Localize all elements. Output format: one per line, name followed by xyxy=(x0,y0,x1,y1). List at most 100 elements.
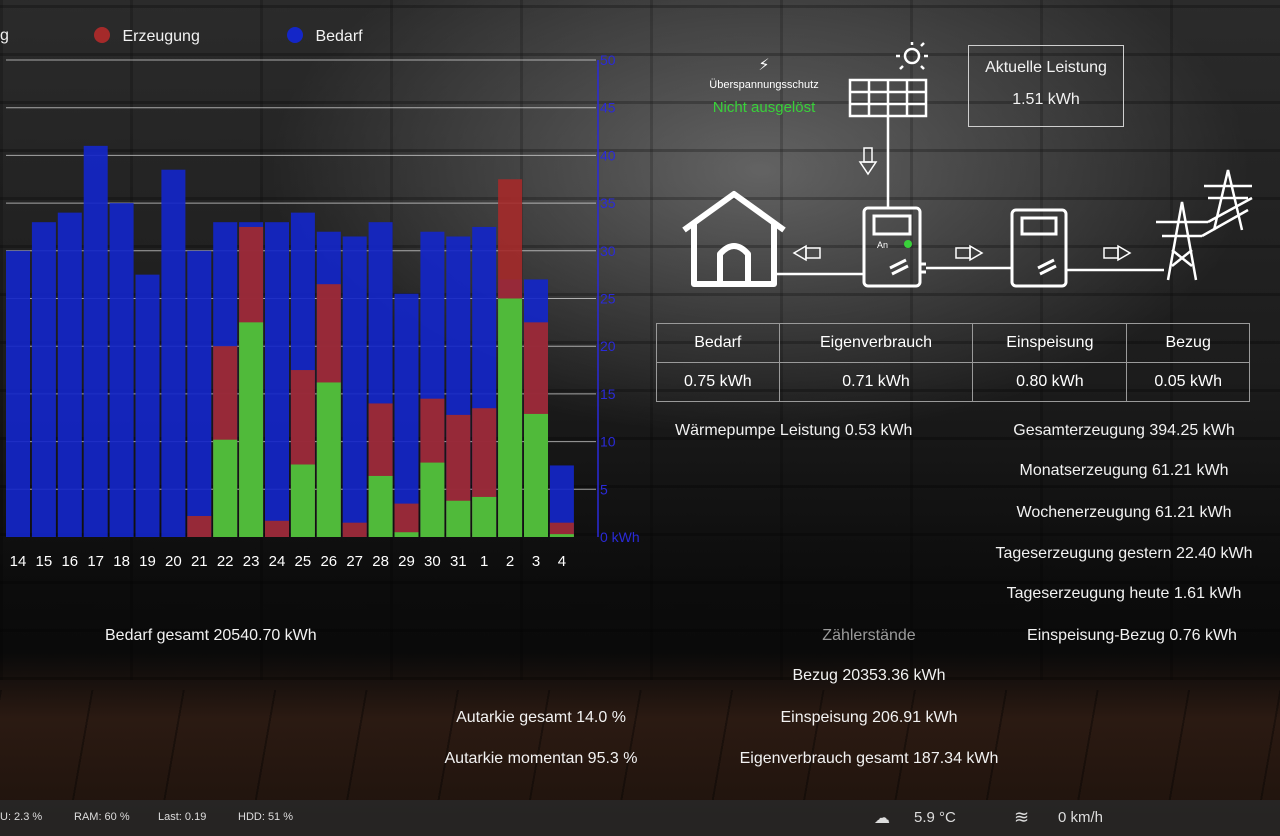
bar-bedarf xyxy=(31,222,56,537)
x-tick-label: 2 xyxy=(506,553,514,570)
flow-arrow-right-icon-2 xyxy=(1103,244,1132,262)
x-tick-label: 28 xyxy=(372,553,389,570)
feed-minus-draw: Einspeisung-Bezug 0.76 kWh xyxy=(1027,627,1237,644)
y-tick-label: 5 xyxy=(600,481,608,497)
meter-draw: Bezug 20353.36 kWh xyxy=(792,667,946,684)
y-tick-label: 15 xyxy=(600,386,616,402)
x-tick-label: 3 xyxy=(532,553,540,570)
meter-self-consumption: Eigenverbrauch gesamt 187.34 kWh xyxy=(739,750,999,767)
x-tick-label: 1 xyxy=(480,553,488,570)
bar-erzeugung xyxy=(265,520,289,537)
x-tick-label: 15 xyxy=(36,553,53,570)
current-power-value: 1.51 kWh xyxy=(1012,91,1080,108)
cpu-usage: U: 2.3 % xyxy=(0,811,43,823)
stats-header-einspeisung: Einspeisung xyxy=(972,323,1128,363)
bar-eigenverbrauch xyxy=(549,534,574,537)
energy-stats-table: Bedarf Eigenverbrauch Einspeisung Bezug … xyxy=(656,323,1250,402)
y-tick-label: 20 xyxy=(600,338,616,354)
bar-eigenverbrauch xyxy=(213,439,238,537)
current-power-title: Aktuelle Leistung xyxy=(985,59,1107,76)
x-tick-label: 4 xyxy=(558,553,566,570)
bar-eigenverbrauch xyxy=(524,413,548,537)
monthly-production: Monatserzeugung 61.21 kWh xyxy=(1019,462,1229,479)
bar-eigenverbrauch xyxy=(420,462,445,537)
bar-bedarf xyxy=(83,145,108,538)
x-tick-label: 29 xyxy=(398,553,415,570)
bar-eigenverbrauch xyxy=(290,464,315,537)
bar-eigenverbrauch xyxy=(368,475,393,537)
wood-floor-background xyxy=(0,690,1280,800)
y-tick-label: 35 xyxy=(600,195,616,211)
legend-item-erzeugung[interactable]: Erzeugung xyxy=(94,27,200,46)
bar-eigenverbrauch xyxy=(472,496,497,537)
y-tick-label: 50 xyxy=(600,52,616,68)
x-tick-label: 24 xyxy=(269,553,286,570)
hdd-usage: HDD: 51 % xyxy=(238,811,294,823)
stats-header-row: Bedarf Eigenverbrauch Einspeisung Bezug xyxy=(656,323,1250,363)
house-icon xyxy=(682,191,786,287)
flow-arrow-down-icon xyxy=(858,147,878,176)
bar-eigenverbrauch xyxy=(446,500,471,537)
power-grid-icon xyxy=(1156,169,1253,281)
autarky-current: Autarkie momentan 95.3 % xyxy=(444,750,638,767)
energy-bar-chart: 14 15 16 17 18 19 20 21 22 23 24 25 26 27 28 29 30 31 1 2 3 4… xyxy=(6,52,640,570)
yesterday-production: Tageserzeugung gestern 22.40 kWh xyxy=(995,545,1253,562)
inverter-icon xyxy=(862,206,926,288)
y-tick-label: 0 kWh xyxy=(600,529,640,545)
x-tick-label: 18 xyxy=(113,553,130,570)
current-power-box: Aktuelle Leistung 1.51 kWh xyxy=(968,45,1124,127)
bar-bedarf xyxy=(265,222,289,537)
total-production: Gesamterzeugung 394.25 kWh xyxy=(1013,422,1235,439)
bar-bedarf xyxy=(109,203,134,537)
bar-bedarf xyxy=(342,236,367,538)
y-tick-label: 40 xyxy=(600,147,616,163)
bar-eigenverbrauch xyxy=(239,322,264,537)
x-tick-label: 25 xyxy=(295,553,312,570)
y-tick-label: 45 xyxy=(600,100,616,116)
x-tick-label: 22 xyxy=(217,553,234,570)
x-tick-label: 23 xyxy=(243,553,260,570)
y-tick-label: 30 xyxy=(600,243,616,259)
legend-item-bedarf[interactable]: Bedarf xyxy=(287,27,363,46)
stats-value-bedarf: 0.75 kWh xyxy=(656,362,780,402)
stats-header-eigenverbrauch: Eigenverbrauch xyxy=(778,323,974,363)
y-tick-label: 25 xyxy=(600,291,616,307)
wind-icon: ≋ xyxy=(1014,807,1030,827)
x-tick-label: 27 xyxy=(346,553,363,570)
stats-value-row: 0.75 kWh 0.71 kWh 0.80 kWh 0.05 kWh xyxy=(656,362,1250,402)
bar-eigenverbrauch xyxy=(394,532,419,537)
stats-header-bedarf: Bedarf xyxy=(656,323,780,363)
meter-icon xyxy=(1010,208,1068,288)
weather-icon: ☁︎ xyxy=(874,810,890,827)
wind-speed: 0 km/h xyxy=(1058,809,1104,826)
flow-arrow-left-icon xyxy=(792,244,821,262)
bar-bedarf xyxy=(161,169,186,537)
status-bar: U: 2.3 % RAM: 60 % Last: 0.19 HDD: 51 % … xyxy=(0,800,1280,836)
meter-feed-in: Einspeisung 206.91 kWh xyxy=(780,709,958,726)
legend-item-hidden: g xyxy=(0,27,9,44)
autarky-total: Autarkie gesamt 14.0 % xyxy=(456,709,626,726)
x-tick-label: 20 xyxy=(165,553,182,570)
x-tick-label: 16 xyxy=(61,553,78,570)
bar-erzeugung xyxy=(342,522,367,537)
inverter-status-led-icon xyxy=(904,240,912,248)
bar-bedarf xyxy=(6,250,30,538)
bar-erzeugung xyxy=(394,503,419,537)
total-demand: Bedarf gesamt 20540.70 kWh xyxy=(105,627,317,644)
bar-eigenverbrauch xyxy=(498,298,523,537)
flow-arrow-right-icon xyxy=(955,244,984,262)
stats-value-einspeisung: 0.80 kWh xyxy=(972,362,1128,402)
heat-pump-power: Wärmepumpe Leistung 0.53 kWh xyxy=(675,422,913,439)
x-tick-label: 14 xyxy=(10,553,27,570)
x-tick-label: 17 xyxy=(87,553,104,570)
x-tick-label: 31 xyxy=(450,553,467,570)
erzeugung-dot-icon xyxy=(94,27,110,43)
meter-readings-title: Zählerstände xyxy=(822,627,916,644)
stats-header-bezug: Bezug xyxy=(1126,323,1250,363)
x-tick-label: 19 xyxy=(139,553,156,570)
x-tick-label: 26 xyxy=(320,553,337,570)
bar-bedarf xyxy=(57,212,82,537)
stats-value-bezug: 0.05 kWh xyxy=(1126,362,1250,402)
solar-panel-icon xyxy=(848,42,928,118)
x-tick-label: 30 xyxy=(424,553,441,570)
